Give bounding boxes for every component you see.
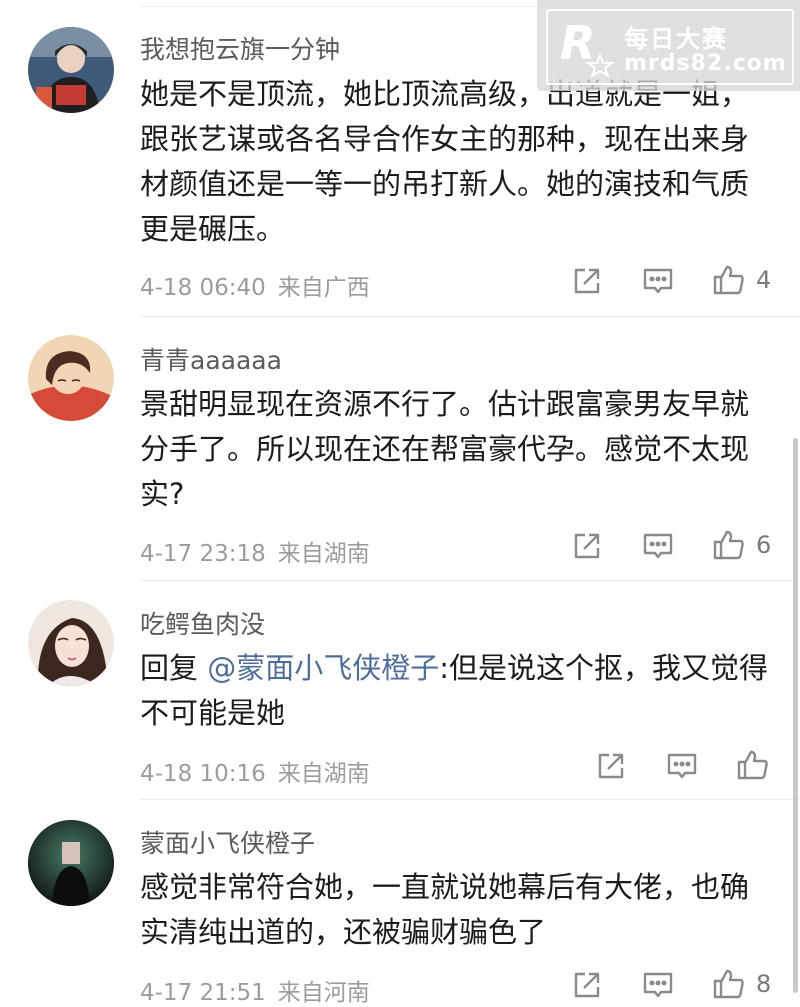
avatar[interactable] <box>28 600 114 686</box>
watermark-frame: R 每日大赛 mrds82.com <box>546 9 794 85</box>
like-count: 8 <box>756 970 772 998</box>
comment-location: 来自广西 <box>277 275 370 301</box>
comment-location: 来自河南 <box>277 980 370 1006</box>
thumbs-up-icon <box>712 529 746 561</box>
comment-text: 回复 @蒙面小飞侠橙子:但是说这个抠，我又觉得不可能是她 <box>140 646 770 736</box>
share-icon <box>572 531 602 561</box>
thumbs-up-icon <box>736 749 770 781</box>
comment-time: 4-18 06:40 <box>140 275 266 301</box>
comment-meta: 4-18 10:16 来自湖南 <box>140 754 370 788</box>
comment-text: 景甜明显现在资源不行了。估计跟富豪男友早就分手了。所以现在还在帮富豪代孕。感觉不… <box>140 387 750 511</box>
thumbs-up-icon <box>712 968 746 1000</box>
watermark: R 每日大赛 mrds82.com <box>537 0 800 91</box>
comment-icon <box>666 751 698 781</box>
avatar[interactable] <box>28 27 114 113</box>
comment-text: 感觉非常符合她，一直就说她幕后有大佬，也确实清纯出道的，还被骗财骗色了 <box>140 870 750 949</box>
comment-text: 她是不是顶流，她比顶流高级，出道就是一姐，跟张艺谋或各名导合作女主的那种，现在出… <box>140 77 750 246</box>
share-button[interactable] <box>572 266 602 296</box>
mention-link[interactable]: @蒙面小飞侠橙子 <box>207 651 439 685</box>
comment-time: 4-18 10:16 <box>140 761 266 787</box>
svg-text:R: R <box>560 16 595 70</box>
comment-meta: 4-17 21:51 来自河南 <box>140 973 370 1007</box>
like-button[interactable]: 8 <box>712 968 771 1000</box>
comment-time: 4-17 21:51 <box>140 980 266 1006</box>
reply-prefix: 回复 <box>140 651 199 685</box>
watermark-url: mrds82.com <box>624 51 787 76</box>
logo-icon: R <box>556 15 618 81</box>
share-button[interactable] <box>572 531 602 561</box>
comment-location: 来自湖南 <box>277 541 370 567</box>
username[interactable]: 青青aaaaaa <box>140 341 282 377</box>
share-icon <box>596 751 626 781</box>
reply-button[interactable] <box>642 266 674 296</box>
share-icon <box>572 266 602 296</box>
like-count: 6 <box>756 531 772 559</box>
comment-item: 青青aaaaaa 景甜明显现在资源不行了。估计跟富豪男友早就分手了。所以现在还在… <box>0 317 800 580</box>
username[interactable]: 吃鳄鱼肉没 <box>140 605 265 641</box>
comment-item: 吃鳄鱼肉没 回复 @蒙面小飞侠橙子:但是说这个抠，我又觉得不可能是她 4-18 … <box>0 581 800 799</box>
comment-icon <box>642 266 674 296</box>
avatar[interactable] <box>28 335 114 421</box>
like-button[interactable]: 4 <box>712 264 771 296</box>
username[interactable]: 蒙面小飞侠橙子 <box>140 824 315 860</box>
reply-button[interactable] <box>642 531 674 561</box>
comment-item: 蒙面小飞侠橙子 感觉非常符合她，一直就说她幕后有大佬，也确实清纯出道的，还被骗财… <box>0 800 800 1006</box>
share-button[interactable] <box>596 751 626 781</box>
comment-meta: 4-17 23:18 来自湖南 <box>140 534 370 568</box>
like-button[interactable]: 6 <box>712 529 771 561</box>
comment-icon <box>642 531 674 561</box>
comment-location: 来自湖南 <box>277 761 370 787</box>
reply-button[interactable] <box>666 751 698 781</box>
like-count: 4 <box>756 266 772 294</box>
comment-meta: 4-18 06:40 来自广西 <box>140 268 370 302</box>
comment-time: 4-17 23:18 <box>140 541 266 567</box>
like-button[interactable] <box>736 749 780 781</box>
username[interactable]: 我想抱云旗一分钟 <box>140 30 340 66</box>
scrollbar[interactable] <box>793 438 798 993</box>
avatar[interactable] <box>28 820 114 906</box>
thumbs-up-icon <box>712 264 746 296</box>
watermark-brand: 每日大赛 <box>624 25 728 53</box>
